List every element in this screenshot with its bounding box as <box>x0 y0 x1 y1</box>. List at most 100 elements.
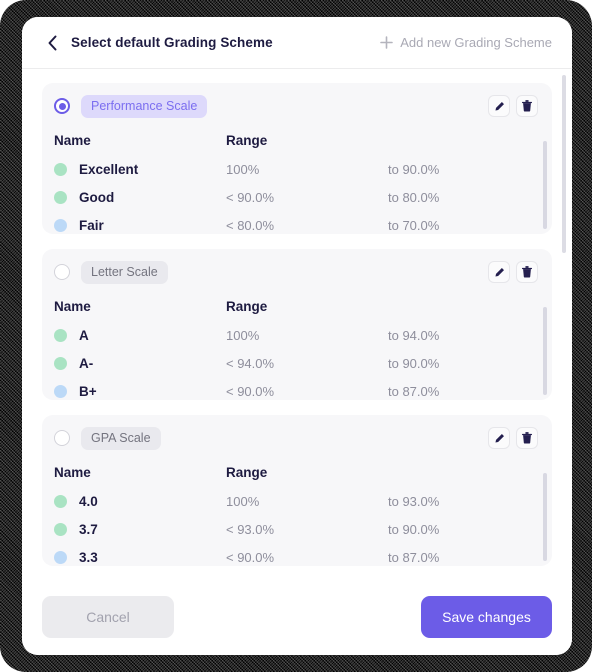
grade-name: Fair <box>79 217 104 233</box>
grade-name: B+ <box>79 383 97 399</box>
column-header-name: Name <box>54 132 91 148</box>
scheme-radio-2[interactable] <box>54 264 70 280</box>
table-row: A 100% to 94.0% <box>54 321 538 349</box>
pencil-icon <box>494 267 504 277</box>
grade-range-to: to 87.0% <box>388 549 440 565</box>
scheme-card-actions <box>488 427 538 449</box>
scheme-card-actions <box>488 261 538 283</box>
scheme-radio-1[interactable] <box>54 98 70 114</box>
scheme-name-badge: Letter Scale <box>81 260 168 284</box>
grade-range-to: to 94.0% <box>388 327 440 343</box>
grade-range-from: < 80.0% <box>226 217 275 233</box>
grade-range-to: to 90.0% <box>388 161 440 177</box>
grade-range-from: < 94.0% <box>226 355 275 371</box>
trash-icon <box>522 266 532 278</box>
pencil-icon <box>494 433 504 443</box>
grading-scheme-modal: Select default Grading Scheme Add new Gr… <box>22 17 572 655</box>
modal-header: Select default Grading Scheme Add new Gr… <box>22 17 572 69</box>
delete-scheme-button[interactable] <box>516 95 538 117</box>
grade-name: A <box>79 327 89 343</box>
grade-name: 3.7 <box>79 521 98 537</box>
grade-range-to: to 80.0% <box>388 189 440 205</box>
scheme-card-scrollbar[interactable] <box>543 141 547 229</box>
grade-color-dot <box>54 384 67 398</box>
scheme-radio-3[interactable] <box>54 430 70 446</box>
grade-range-from: < 90.0% <box>226 383 275 399</box>
pencil-icon <box>494 101 504 111</box>
grade-name: Excellent <box>79 161 139 177</box>
scheme-card-header: GPA Scale <box>54 425 538 451</box>
page-title: Select default Grading Scheme <box>71 35 273 50</box>
table-row: B+ < 90.0% to 87.0% <box>54 377 538 400</box>
grade-color-dot <box>54 328 67 342</box>
scheme-card-scrollbar[interactable] <box>543 307 547 395</box>
grade-color-dot <box>54 522 67 536</box>
table-row: Good < 90.0% to 80.0% <box>54 183 538 211</box>
grade-color-dot <box>54 218 67 232</box>
cancel-button[interactable]: Cancel <box>42 596 174 638</box>
grade-range-to: to 93.0% <box>388 493 440 509</box>
save-changes-button[interactable]: Save changes <box>421 596 552 638</box>
grade-name: 3.3 <box>79 549 98 565</box>
table-row: Excellent 100% to 90.0% <box>54 155 538 183</box>
grade-range-to: to 70.0% <box>388 217 440 233</box>
column-header-name: Name <box>54 298 91 314</box>
grade-range-from: 100% <box>226 161 260 177</box>
edit-scheme-button[interactable] <box>488 261 510 283</box>
edit-scheme-button[interactable] <box>488 95 510 117</box>
scheme-card[interactable]: GPA Scale Name Range 4.0 100% to 93.0% 3.7 < 93… <box>42 415 552 566</box>
grade-color-dot <box>54 494 67 508</box>
table-header-row: Name Range <box>54 457 538 487</box>
grade-range-from: < 90.0% <box>226 549 275 565</box>
scheme-table: Name Range Excellent 100% to 90.0% Good < 90.0… <box>54 125 538 234</box>
scheme-card-actions <box>488 95 538 117</box>
grade-color-dot <box>54 190 67 204</box>
table-row: 3.7 < 93.0% to 90.0% <box>54 515 538 543</box>
grade-name: Good <box>79 189 115 205</box>
edit-scheme-button[interactable] <box>488 427 510 449</box>
delete-scheme-button[interactable] <box>516 427 538 449</box>
delete-scheme-button[interactable] <box>516 261 538 283</box>
grade-range-to: to 90.0% <box>388 521 440 537</box>
modal-scrollbar[interactable] <box>562 75 566 253</box>
scheme-name-badge: Performance Scale <box>81 94 208 118</box>
grade-color-dot <box>54 162 67 176</box>
modal-body: Performance Scale Name Range Excellent 100% t… <box>22 69 572 579</box>
scheme-card[interactable]: Performance Scale Name Range Excellent 100% t… <box>42 83 552 234</box>
column-header-range: Range <box>226 464 268 480</box>
table-header-row: Name Range <box>54 125 538 155</box>
grade-color-dot <box>54 356 67 370</box>
table-row: A- < 94.0% to 90.0% <box>54 349 538 377</box>
column-header-range: Range <box>226 132 268 148</box>
grade-color-dot <box>54 550 67 564</box>
scheme-table: Name Range 4.0 100% to 93.0% 3.7 < 93.0% to 90.… <box>54 457 538 566</box>
trash-icon <box>522 100 532 112</box>
grade-range-to: to 90.0% <box>388 355 440 371</box>
scheme-card-scrollbar[interactable] <box>543 473 547 561</box>
table-row: 3.3 < 90.0% to 87.0% <box>54 543 538 566</box>
scheme-card[interactable]: Letter Scale Name Range A 100% to 94.0% A- < 94… <box>42 249 552 400</box>
grade-range-from: 100% <box>226 327 260 343</box>
chevron-left-icon[interactable] <box>42 33 62 53</box>
schemes-scroll-area[interactable]: Performance Scale Name Range Excellent 100% t… <box>42 83 552 579</box>
column-header-name: Name <box>54 464 91 480</box>
modal-footer: Cancel Save changes <box>22 579 572 655</box>
grade-range-to: to 87.0% <box>388 383 440 399</box>
add-new-grading-scheme-label: Add new Grading Scheme <box>400 35 552 50</box>
table-row: 4.0 100% to 93.0% <box>54 487 538 515</box>
grade-name: 4.0 <box>79 493 98 509</box>
trash-icon <box>522 432 532 444</box>
grade-range-from: 100% <box>226 493 260 509</box>
scheme-name-badge: GPA Scale <box>81 426 161 450</box>
grade-range-from: < 90.0% <box>226 189 275 205</box>
add-new-grading-scheme-button[interactable]: Add new Grading Scheme <box>380 35 554 50</box>
scheme-card-header: Performance Scale <box>54 93 538 119</box>
scheme-table: Name Range A 100% to 94.0% A- < 94.0% to 90.0% B… <box>54 291 538 400</box>
table-row: Fair < 80.0% to 70.0% <box>54 211 538 234</box>
plus-icon <box>380 36 394 49</box>
grade-range-from: < 93.0% <box>226 521 275 537</box>
scheme-card-header: Letter Scale <box>54 259 538 285</box>
grade-name: A- <box>79 355 94 371</box>
table-header-row: Name Range <box>54 291 538 321</box>
column-header-range: Range <box>226 298 268 314</box>
